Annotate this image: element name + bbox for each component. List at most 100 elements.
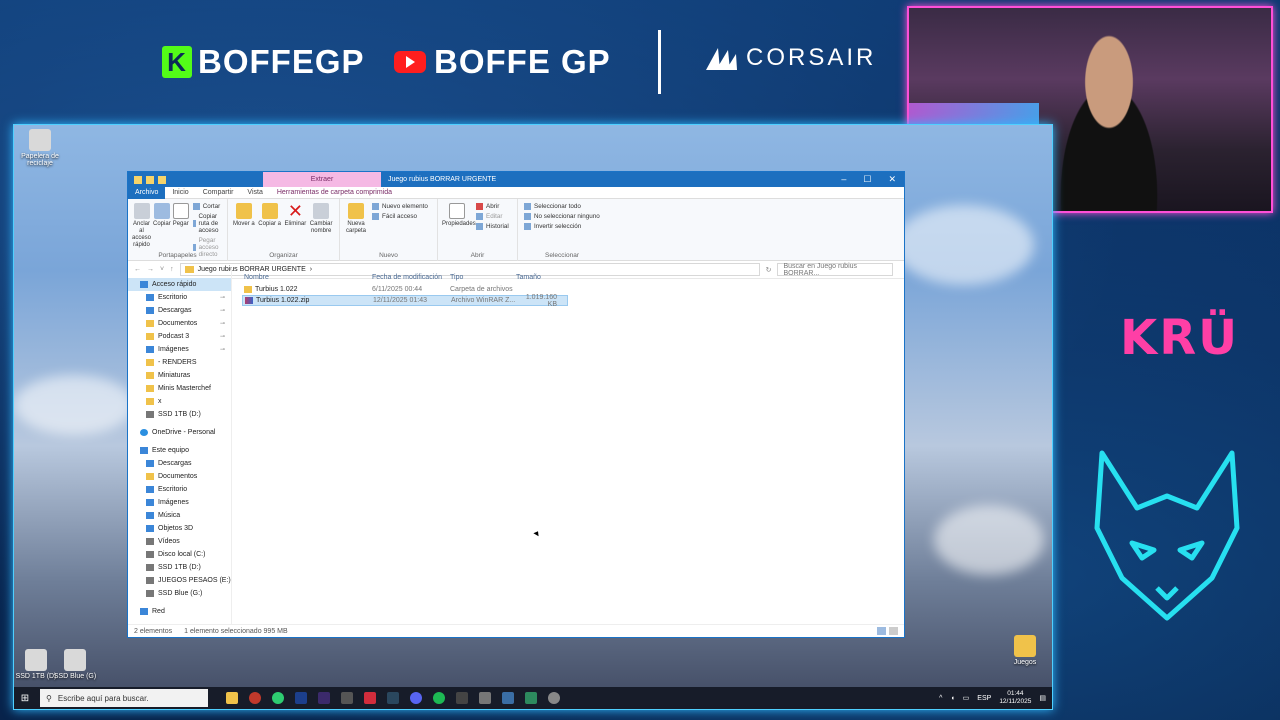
close-icon[interactable]: ✕ xyxy=(888,174,896,185)
nav-item[interactable]: SSD 1TB (D:) xyxy=(128,408,231,421)
properties-button[interactable]: Propiedades xyxy=(442,203,476,228)
nav-item[interactable]: Imágenes xyxy=(128,496,231,509)
nav-item[interactable]: OneDrive - Personal xyxy=(128,426,231,439)
new-item-button[interactable]: Nuevo elemento xyxy=(372,203,428,210)
app-icon[interactable] xyxy=(456,692,468,704)
taskbar-search-box[interactable]: ⚲ Escribe aquí para buscar. xyxy=(40,689,208,707)
history-button[interactable]: Historial xyxy=(476,223,509,230)
select-all-button[interactable]: Seleccionar todo xyxy=(524,203,600,210)
column-header-size[interactable]: Tamaño xyxy=(516,274,556,281)
pin-icon[interactable]: ⊸ xyxy=(220,333,225,340)
nav-item[interactable]: Escritorio xyxy=(128,483,231,496)
file-row[interactable]: Turbius 1.022 6/11/2025 00:44 Carpeta de… xyxy=(242,284,904,295)
nav-item[interactable]: Vídeos xyxy=(128,535,231,548)
windows-start-icon[interactable]: ⊞ xyxy=(14,693,36,704)
details-view-icon[interactable] xyxy=(877,627,886,635)
nav-item[interactable]: Red xyxy=(128,605,231,618)
app-icon[interactable] xyxy=(341,692,353,704)
pin-icon[interactable]: ⊸ xyxy=(220,294,225,301)
new-folder-icon[interactable] xyxy=(158,175,166,184)
paste-button[interactable]: Pegar xyxy=(172,203,189,228)
nav-item[interactable]: Descargas xyxy=(128,457,231,470)
nav-item[interactable]: Música xyxy=(128,509,231,522)
copy-button[interactable]: Copiar xyxy=(153,203,171,228)
nav-item[interactable]: Objetos 3D xyxy=(128,522,231,535)
invert-selection-icon xyxy=(524,223,531,230)
column-header-type[interactable]: Tipo xyxy=(450,274,516,281)
new-folder-button[interactable]: Nueva carpeta xyxy=(344,203,368,235)
nav-item[interactable]: Podcast 3 ⊸ xyxy=(128,330,231,343)
nav-item[interactable]: - RENDERS xyxy=(128,356,231,369)
easy-access-button[interactable]: Fácil acceso xyxy=(372,213,428,220)
desktop-icon-juegos[interactable]: Juegos xyxy=(1001,635,1049,666)
app-icon[interactable] xyxy=(502,692,514,704)
tab-archivo[interactable]: Archivo xyxy=(128,186,166,199)
nav-item[interactable]: SSD Blue (G:) xyxy=(128,587,231,600)
pin-icon[interactable]: ⊸ xyxy=(220,320,225,327)
minimize-icon[interactable]: – xyxy=(841,174,846,185)
nav-item[interactable]: Documentos ⊸ xyxy=(128,317,231,330)
folder-icon[interactable] xyxy=(134,175,142,184)
nav-item[interactable]: Descargas ⊸ xyxy=(128,304,231,317)
app-icon[interactable] xyxy=(364,692,376,704)
volume-icon[interactable]: ◖ xyxy=(950,695,954,702)
extract-context-tab[interactable]: Extraer xyxy=(263,172,381,187)
delete-button[interactable]: ✕ Eliminar xyxy=(284,202,308,228)
edit-button[interactable]: Editar xyxy=(476,213,509,220)
file-row-selected[interactable]: Turbius 1.022.zip 12/11/2025 01:43 Archi… xyxy=(242,294,568,308)
maximize-icon[interactable]: ☐ xyxy=(863,174,871,185)
photoshop-icon[interactable] xyxy=(295,692,307,704)
group-label: Nuevo xyxy=(379,252,398,259)
copy-to-button[interactable]: Copiar a xyxy=(258,203,282,228)
nav-item[interactable]: Minis Masterchef xyxy=(128,382,231,395)
app-icon[interactable] xyxy=(249,692,261,704)
pin-icon[interactable]: ⊸ xyxy=(220,307,225,314)
steam-icon[interactable] xyxy=(387,692,399,704)
drive-icon xyxy=(146,577,154,584)
nav-item[interactable]: Documentos xyxy=(128,470,231,483)
app-icon[interactable] xyxy=(525,692,537,704)
settings-icon[interactable] xyxy=(548,692,560,704)
language-indicator[interactable]: ESP xyxy=(977,695,991,702)
pin-icon[interactable]: ⊸ xyxy=(220,346,225,353)
tab-compressed-folder-tools[interactable]: Herramientas de carpeta comprimida xyxy=(270,189,399,196)
network-icon[interactable]: ▭ xyxy=(963,694,970,702)
properties-icon[interactable] xyxy=(146,175,154,184)
premiere-icon[interactable] xyxy=(318,692,330,704)
select-none-button[interactable]: No seleccionar ninguno xyxy=(524,213,600,220)
file-explorer-icon[interactable] xyxy=(226,692,238,704)
desktop-icon-recycle-bin[interactable]: Papelera de reciclaje xyxy=(16,129,64,167)
pin-quick-access-button[interactable]: Anclar al acceso rápido xyxy=(132,203,151,249)
large-icons-view-icon[interactable] xyxy=(889,627,898,635)
column-header-date[interactable]: Fecha de modificación xyxy=(372,274,450,281)
app-icon[interactable] xyxy=(479,692,491,704)
tab-inicio[interactable]: Inicio xyxy=(165,189,195,196)
nav-item[interactable]: SSD 1TB (D:) xyxy=(128,561,231,574)
nav-item[interactable]: Acceso rápido xyxy=(128,278,231,291)
chevron-up-icon[interactable]: ^ xyxy=(939,695,942,702)
copy-path-button[interactable]: Copiar ruta de acceso xyxy=(192,213,223,234)
clock[interactable]: 01:44 12/11/2025 xyxy=(999,690,1031,706)
rename-button[interactable]: Cambiar nombre xyxy=(309,203,333,235)
move-to-button[interactable]: Mover a xyxy=(232,203,256,228)
nav-item[interactable]: Disco local (C:) xyxy=(128,548,231,561)
cut-button[interactable]: Cortar xyxy=(192,203,223,210)
group-label: Portapapeles xyxy=(158,252,197,259)
nav-item[interactable]: Imágenes ⊸ xyxy=(128,343,231,356)
discord-icon[interactable] xyxy=(410,692,422,704)
notifications-icon[interactable]: ▤ xyxy=(1039,694,1046,702)
nav-item[interactable]: x xyxy=(128,395,231,408)
tab-compartir[interactable]: Compartir xyxy=(196,189,241,196)
spotify-icon[interactable] xyxy=(433,692,445,704)
desktop-icon-ssd-blue[interactable]: SSD Blue (G) xyxy=(51,649,99,680)
chrome-icon[interactable] xyxy=(272,692,284,704)
nav-item[interactable]: JUEGOS PESAOS (E:) xyxy=(128,574,231,587)
tab-vista[interactable]: Vista xyxy=(240,189,269,196)
invert-selection-button[interactable]: Invertir selección xyxy=(524,223,600,230)
nav-item[interactable]: Este equipo xyxy=(128,444,231,457)
nav-item[interactable]: Miniaturas xyxy=(128,369,231,382)
column-header-name[interactable]: Nombre xyxy=(242,274,372,281)
open-button[interactable]: Abrir xyxy=(476,203,509,210)
file-date: 12/11/2025 01:43 xyxy=(373,297,427,304)
nav-item[interactable]: Escritorio ⊸ xyxy=(128,291,231,304)
